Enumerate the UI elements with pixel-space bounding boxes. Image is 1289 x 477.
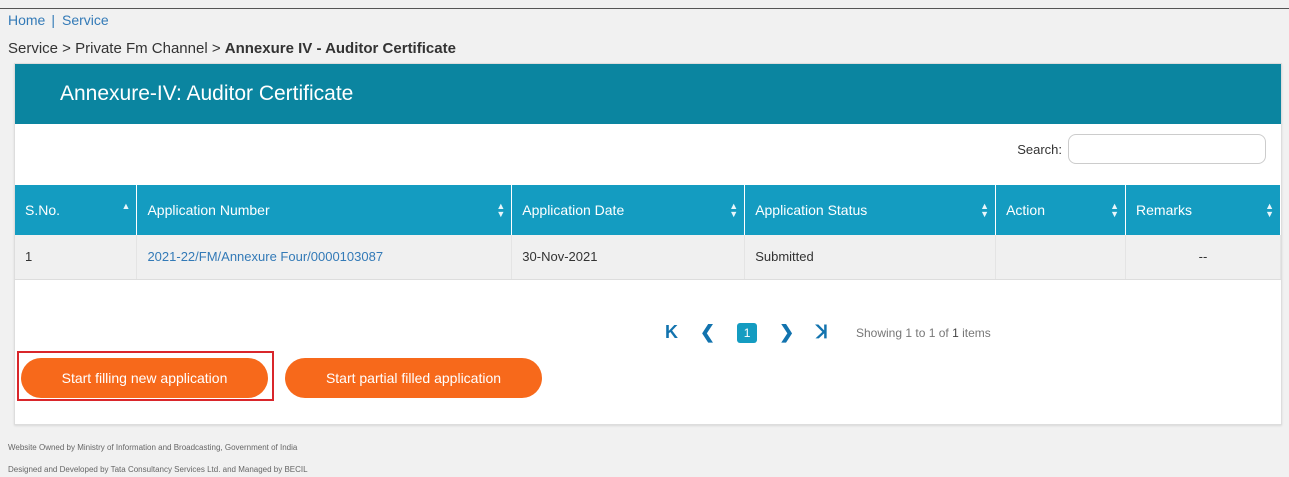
sort-icon: ▲ ▼ <box>729 201 739 219</box>
first-page-icon[interactable]: K <box>665 322 678 343</box>
prev-page-icon[interactable]: ❮ <box>700 322 715 343</box>
col-header-application-date[interactable]: Application Date ▲ ▼ <box>511 185 746 235</box>
applications-table: S.No. ▲ Application Number ▲ ▼ Application … <box>15 185 1281 280</box>
col-header-application-number[interactable]: Application Number ▲ ▼ <box>136 185 513 235</box>
sort-icon: ▲ ▼ <box>980 201 990 219</box>
nav-home-link[interactable]: Home <box>8 12 45 28</box>
breadcrumb: Service > Private Fm Channel > Annexure … <box>8 40 456 57</box>
top-divider <box>0 8 1289 9</box>
panel-header: Annexure-IV: Auditor Certificate <box>15 64 1281 124</box>
cell-application-status: Submitted <box>744 235 997 280</box>
col-header-remarks[interactable]: Remarks ▲ ▼ <box>1125 185 1281 235</box>
col-header-sno[interactable]: S.No. ▲ <box>15 185 138 235</box>
sort-icon: ▲ ▼ <box>1265 201 1274 219</box>
pagination-summary: Showing 1 to 1 of 1 items <box>856 325 991 340</box>
breadcrumb-path: Service > Private Fm Channel > <box>8 40 225 57</box>
nav-separator: | <box>51 12 55 28</box>
panel-title: Annexure-IV: Auditor Certificate <box>60 82 354 105</box>
search-label: Search: <box>1017 141 1062 157</box>
col-header-action[interactable]: Action ▲ ▼ <box>995 185 1127 235</box>
application-number-link[interactable]: 2021-22/FM/Annexure Four/0000103087 <box>147 249 383 264</box>
start-new-application-button[interactable]: Start filling new application <box>21 358 268 398</box>
cell-application-number: 2021-22/FM/Annexure Four/0000103087 <box>136 235 513 280</box>
cell-sno: 1 <box>15 235 138 280</box>
col-header-application-status[interactable]: Application Status ▲ ▼ <box>744 185 997 235</box>
table-header-row: S.No. ▲ Application Number ▲ ▼ Application … <box>15 185 1281 235</box>
next-page-icon[interactable]: ❯ <box>779 322 794 343</box>
cell-remarks: -- <box>1125 235 1281 280</box>
search-input[interactable] <box>1068 134 1266 164</box>
sort-icon: ▲ ▼ <box>496 201 506 219</box>
footer-developer: Designed and Developed by Tata Consultan… <box>8 465 308 474</box>
breadcrumb-current: Annexure IV - Auditor Certificate <box>224 40 456 57</box>
table-row: 1 2021-22/FM/Annexure Four/0000103087 30… <box>15 235 1281 280</box>
page-number-current[interactable]: 1 <box>737 322 758 343</box>
top-nav: Home | Service <box>8 12 109 28</box>
sort-icon: ▲ ▼ <box>1110 201 1120 219</box>
sort-asc-icon: ▲ <box>121 201 131 211</box>
cell-action <box>995 235 1127 280</box>
cell-application-date: 30-Nov-2021 <box>511 235 746 280</box>
main-panel: Annexure-IV: Auditor Certificate Search:… <box>14 63 1282 425</box>
search-bar: Search: <box>1017 134 1266 164</box>
start-partial-application-button[interactable]: Start partial filled application <box>285 358 542 398</box>
nav-service-link[interactable]: Service <box>62 12 109 28</box>
pagination: K ❮ 1 ❯ ꓘ Showing 1 to 1 of 1 items <box>665 322 991 343</box>
last-page-icon[interactable]: ꓘ <box>816 322 828 343</box>
footer-owner: Website Owned by Ministry of Information… <box>8 443 298 452</box>
